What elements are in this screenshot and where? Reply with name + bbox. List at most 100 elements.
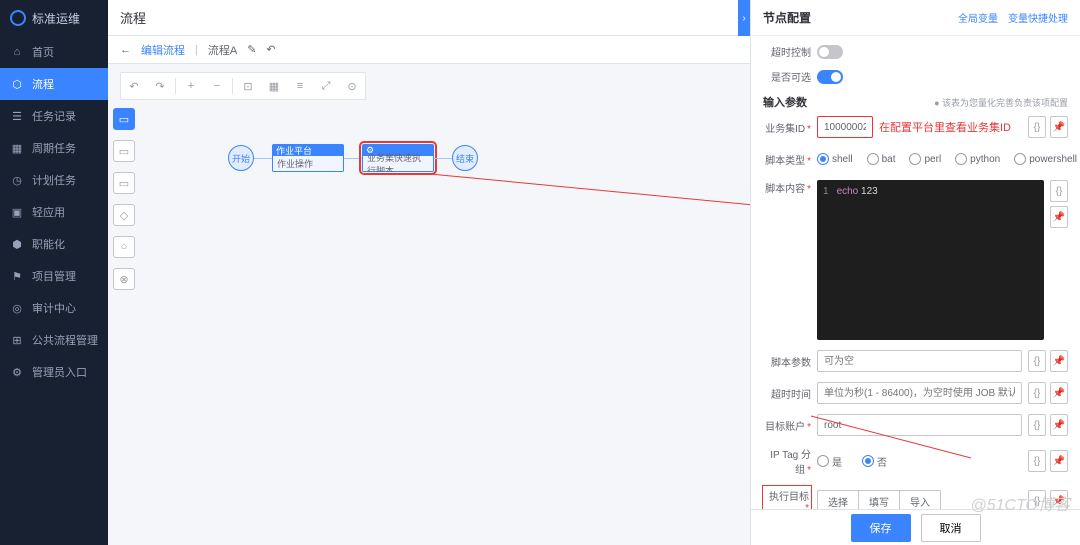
param-label: 脚本参数 xyxy=(763,354,811,369)
timeout-toggle[interactable] xyxy=(817,45,843,59)
config-panel: 节点配置 全局变量 变量快捷处理 超时控制 是否可选 输入参数 ● 该表为您量化完… xyxy=(750,0,1080,545)
global-vars-link[interactable]: 全局变量 xyxy=(958,10,998,25)
var-icon[interactable]: {} xyxy=(1050,180,1068,202)
tb-zoomout-icon[interactable]: − xyxy=(204,73,230,99)
timeout-label: 超时时间 xyxy=(763,386,811,401)
res-icon: ⊞ xyxy=(10,333,24,347)
bizid-input[interactable] xyxy=(817,116,873,138)
edit-icon[interactable]: ✎ xyxy=(247,43,256,56)
quick-vars-link[interactable]: 变量快捷处理 xyxy=(1008,10,1068,25)
start-node[interactable]: 开始 xyxy=(228,145,254,171)
tb-align-icon[interactable]: ≡ xyxy=(287,73,313,99)
tb-redo-icon[interactable]: ↷ xyxy=(147,73,173,99)
pin-icon[interactable]: 📌 xyxy=(1050,116,1068,138)
flow-graph: 开始 作业平台 作业操作 ⚙ 业务集快速执行脚本 结束 xyxy=(228,144,478,172)
radio-powershell[interactable]: powershell xyxy=(1014,153,1077,165)
panel-collapse-icon[interactable]: › xyxy=(738,0,750,36)
nav-proj[interactable]: ⚑项目管理 xyxy=(0,260,108,292)
main-area: 流程 ← 编辑流程 | 流程A ✎ ↶ ↶ ↷ + − ⊡ ▦ ≡ ⤢ ⊙ xyxy=(108,0,1080,545)
var-icon[interactable]: {} xyxy=(1028,382,1046,404)
panel-title: 节点配置 xyxy=(763,9,811,26)
end-node[interactable]: 结束 xyxy=(452,145,478,171)
tb-undo-icon[interactable]: ↶ xyxy=(121,73,147,99)
rail-par-icon[interactable]: ▭ xyxy=(113,172,135,194)
nav-chart[interactable]: ⬢职能化 xyxy=(0,228,108,260)
nav-app[interactable]: ▣轻应用 xyxy=(0,196,108,228)
panel-footer: 保存 取消 xyxy=(751,509,1080,545)
pin-icon[interactable]: 📌 xyxy=(1050,382,1068,404)
tb-more-icon[interactable]: ⊙ xyxy=(339,73,365,99)
input-hint: ● 该表为您量化完善负责该项配置 xyxy=(934,96,1068,109)
nav-res[interactable]: ⊞公共流程管理 xyxy=(0,324,108,356)
nav-home[interactable]: ⌂首页 xyxy=(0,36,108,68)
back-icon[interactable]: ← xyxy=(120,44,131,56)
proj-icon: ⚑ xyxy=(10,269,24,283)
logo-icon xyxy=(10,10,26,26)
flow-icon: ⬡ xyxy=(10,77,24,91)
nav-clock[interactable]: ◷计划任务 xyxy=(0,164,108,196)
var-icon[interactable]: {} xyxy=(1028,450,1046,472)
rail-branch-icon[interactable]: ◇ xyxy=(113,204,135,226)
code-editor[interactable]: 1 echo 123 xyxy=(817,180,1044,340)
account-input[interactable] xyxy=(817,414,1022,436)
scriptcontent-label: 脚本内容 xyxy=(763,180,811,195)
cancel-button[interactable]: 取消 xyxy=(921,514,981,542)
account-label: 目标账户 xyxy=(763,418,811,433)
rail-task-icon[interactable]: ▭ xyxy=(113,108,135,130)
nav-admin[interactable]: ⚙管理员入口 xyxy=(0,356,108,388)
radio-bat[interactable]: bat xyxy=(867,153,896,165)
canvas-toolbar: ↶ ↷ + − ⊡ ▦ ≡ ⤢ ⊙ xyxy=(120,72,366,100)
audit-icon: ◎ xyxy=(10,301,24,315)
flow-node-1[interactable]: 作业平台 作业操作 xyxy=(272,144,344,172)
pin-icon[interactable]: 📌 xyxy=(1050,350,1068,372)
tb-zoomin-icon[interactable]: + xyxy=(178,73,204,99)
var-icon[interactable]: {} xyxy=(1028,414,1046,436)
node-rail: ▭ ▭ ▭ ◇ ○ ⊗ xyxy=(108,108,140,290)
pin-icon[interactable]: 📌 xyxy=(1050,414,1068,436)
rail-sub-icon[interactable]: ▭ xyxy=(113,140,135,162)
undo-icon[interactable]: ↶ xyxy=(266,43,275,56)
param-input[interactable] xyxy=(817,350,1022,372)
var-icon[interactable]: {} xyxy=(1028,116,1046,138)
scripttype-label: 脚本类型 xyxy=(763,152,811,167)
bizid-label: 业务集ID xyxy=(763,120,811,135)
rail-converge-icon[interactable]: ○ xyxy=(113,236,135,258)
tb-full-icon[interactable]: ⤢ xyxy=(313,73,339,99)
radio-shell[interactable]: shell xyxy=(817,153,853,165)
input-section-title: 输入参数 xyxy=(763,94,807,110)
pin-icon[interactable]: 📌 xyxy=(1050,450,1068,472)
clock-icon: ◷ xyxy=(10,173,24,187)
timeout-label: 超时控制 xyxy=(763,44,811,59)
admin-icon: ⚙ xyxy=(10,365,24,379)
nav-list[interactable]: ☰任务记录 xyxy=(0,100,108,132)
save-button[interactable]: 保存 xyxy=(851,514,911,542)
app-logo: 标准运维 xyxy=(0,0,108,36)
chart-icon: ⬢ xyxy=(10,237,24,251)
cal-icon: ▦ xyxy=(10,141,24,155)
flow-name: 流程A xyxy=(208,42,237,58)
sidebar: 标准运维 ⌂首页⬡流程☰任务记录▦周期任务◷计划任务▣轻应用⬢职能化⚑项目管理◎… xyxy=(0,0,108,545)
pin-icon[interactable]: 📌 xyxy=(1050,206,1068,228)
rail-cond-icon[interactable]: ⊗ xyxy=(113,268,135,290)
breadcrumb-back[interactable]: 编辑流程 xyxy=(141,42,185,58)
radio-python[interactable]: python xyxy=(955,153,1000,165)
timeout-input[interactable] xyxy=(817,382,1022,404)
nav-flow[interactable]: ⬡流程 xyxy=(0,68,108,100)
var-icon[interactable]: {} xyxy=(1028,350,1046,372)
radio-否[interactable]: 否 xyxy=(862,454,887,469)
iptag-label: IP Tag 分组 xyxy=(763,446,811,476)
app-icon: ▣ xyxy=(10,205,24,219)
nav-audit[interactable]: ◎审计中心 xyxy=(0,292,108,324)
tb-fit-icon[interactable]: ⊡ xyxy=(235,73,261,99)
home-icon: ⌂ xyxy=(10,45,24,59)
bizid-annotation: 在配置平台里查看业务集ID xyxy=(879,119,1011,135)
nav-cal[interactable]: ▦周期任务 xyxy=(0,132,108,164)
app-name: 标准运维 xyxy=(32,10,80,27)
optional-toggle[interactable] xyxy=(817,70,843,84)
radio-是[interactable]: 是 xyxy=(817,454,842,469)
list-icon: ☰ xyxy=(10,109,24,123)
flow-node-2[interactable]: ⚙ 业务集快速执行脚本 xyxy=(362,144,434,172)
radio-perl[interactable]: perl xyxy=(909,153,941,165)
optional-label: 是否可选 xyxy=(763,69,811,84)
tb-layout-icon[interactable]: ▦ xyxy=(261,73,287,99)
